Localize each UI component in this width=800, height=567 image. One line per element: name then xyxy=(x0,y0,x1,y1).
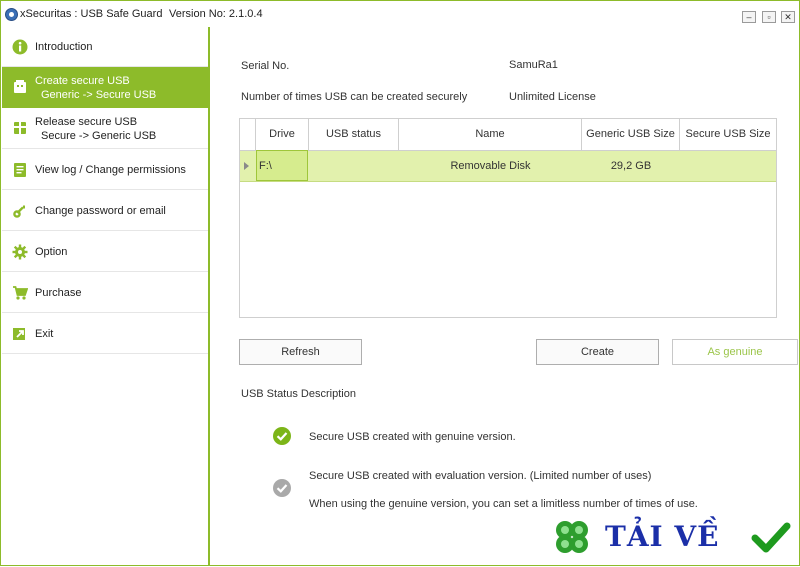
column-header-drive[interactable]: Drive xyxy=(256,119,309,150)
row-indicator-header xyxy=(240,119,256,150)
minimize-button[interactable]: – xyxy=(742,11,756,23)
usb-icon xyxy=(14,80,26,93)
column-header-secure-size[interactable]: Secure USB Size xyxy=(680,119,776,150)
app-version: Version No: 2.1.0.4 xyxy=(169,8,263,20)
sidebar: Introduction Create secure USB Generic -… xyxy=(2,27,210,565)
evaluation-check-icon xyxy=(273,479,291,497)
maximize-button[interactable]: ▫ xyxy=(762,11,776,23)
sidebar-item-introduction[interactable]: Introduction xyxy=(2,27,208,67)
sidebar-item-label: Release secure USB xyxy=(35,116,138,128)
serial-value: SamuRa1 xyxy=(509,59,558,71)
app-logo-icon xyxy=(5,8,18,21)
sidebar-item-change-password[interactable]: Change password or email xyxy=(2,190,208,231)
sidebar-item-label: Option xyxy=(35,246,68,258)
sidebar-item-label: Create secure USB xyxy=(35,75,130,87)
usb-count-label: Number of times USB can be created secur… xyxy=(241,91,468,103)
create-button[interactable]: Create xyxy=(536,339,659,365)
row-selector-icon xyxy=(244,162,249,170)
watermark: TẢI VỀ xyxy=(549,514,799,562)
sidebar-item-release-secure-usb[interactable]: Release secure USB Secure -> Generic USB xyxy=(2,108,208,149)
cart-icon xyxy=(13,286,28,300)
sidebar-item-label: View log / Change permissions xyxy=(35,164,186,176)
table-row[interactable]: F:\ Removable Disk 29,2 GB xyxy=(240,150,776,182)
usb-count-value: Unlimited License xyxy=(509,91,596,103)
sidebar-item-exit[interactable]: Exit xyxy=(2,313,208,354)
column-header-usb-status[interactable]: USB status xyxy=(309,119,399,150)
sidebar-item-purchase[interactable]: Purchase xyxy=(2,272,208,313)
cell-usb-status xyxy=(310,151,399,181)
clover-icon xyxy=(556,521,588,553)
status-description-title: USB Status Description xyxy=(241,388,356,400)
sidebar-item-option[interactable]: Option xyxy=(2,231,208,272)
refresh-button[interactable]: Refresh xyxy=(239,339,362,365)
column-header-name[interactable]: Name xyxy=(399,119,582,150)
table-header: Drive USB status Name Generic USB Size S… xyxy=(240,119,776,151)
app-title: xSecuritas : USB Safe Guard xyxy=(20,8,163,20)
watermark-text: TẢI VỀ xyxy=(605,520,720,553)
main-panel: Serial No. SamuRa1 Number of times USB c… xyxy=(212,27,800,567)
info-icon xyxy=(12,39,28,55)
release-icon xyxy=(14,122,26,134)
sidebar-item-view-log[interactable]: View log / Change permissions xyxy=(2,149,208,190)
sidebar-item-label: Introduction xyxy=(35,41,93,53)
sidebar-item-label: Purchase xyxy=(35,287,82,299)
title-bar: xSecuritas : USB Safe Guard Version No: … xyxy=(1,1,799,27)
sidebar-item-sublabel: Secure -> Generic USB xyxy=(41,130,157,142)
cell-drive[interactable]: F:\ xyxy=(256,150,308,181)
cell-name: Removable Disk xyxy=(450,160,531,172)
sidebar-item-label: Exit xyxy=(35,328,54,340)
exit-icon xyxy=(13,328,25,340)
app-window: xSecuritas : USB Safe Guard Version No: … xyxy=(0,0,800,566)
genuine-status-text: Secure USB created with genuine version. xyxy=(309,431,516,443)
column-header-generic-size[interactable]: Generic USB Size xyxy=(582,119,680,150)
log-icon xyxy=(14,163,26,177)
sidebar-item-create-secure-usb[interactable]: Create secure USB Generic -> Secure USB xyxy=(2,67,208,108)
close-button[interactable]: ✕ xyxy=(781,11,795,23)
cell-generic-size: 29,2 GB xyxy=(610,160,652,172)
sidebar-item-sublabel: Generic -> Secure USB xyxy=(41,89,157,101)
key-icon xyxy=(13,205,25,218)
as-genuine-button[interactable]: As genuine xyxy=(672,339,798,365)
serial-label: Serial No. xyxy=(241,60,290,72)
cell-secure-size xyxy=(680,151,776,181)
evaluation-status-text: Secure USB created with evaluation versi… xyxy=(309,470,652,482)
checkmark-icon xyxy=(751,522,791,553)
evaluation-note-text: When using the genuine version, you can … xyxy=(309,498,698,510)
gear-icon xyxy=(12,244,28,260)
genuine-check-icon xyxy=(273,427,291,445)
sidebar-item-label: Change password or email xyxy=(35,205,166,217)
usb-drive-table: Drive USB status Name Generic USB Size S… xyxy=(239,118,777,318)
